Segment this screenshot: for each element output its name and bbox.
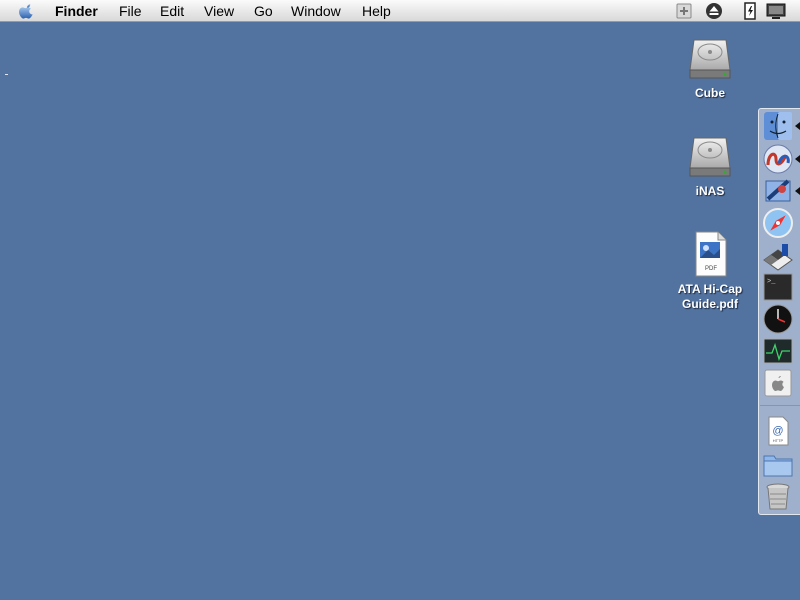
- safari-compass-icon[interactable]: [762, 207, 794, 239]
- menu-bar: Finder File Edit View Go Window Help: [0, 0, 800, 22]
- menu-help[interactable]: Help: [362, 3, 391, 19]
- desktop-mark: [5, 74, 8, 75]
- display-icon[interactable]: [766, 2, 786, 20]
- desktop-icon-label: iNAS: [695, 184, 725, 198]
- running-indicator: [795, 122, 800, 130]
- url-document-icon[interactable]: @ HTTP: [762, 415, 794, 447]
- chess-icon[interactable]: [762, 240, 794, 272]
- clock-icon[interactable]: [762, 303, 794, 335]
- pdf-document-icon: PDF: [695, 231, 727, 277]
- hard-drive-icon: [689, 137, 731, 177]
- system-preferences-icon[interactable]: [762, 367, 794, 399]
- menu-edit[interactable]: Edit: [160, 3, 184, 19]
- terminal-icon[interactable]: >_: [762, 271, 794, 303]
- internet-connect-icon[interactable]: [762, 143, 794, 175]
- pdf-badge: PDF: [705, 266, 717, 272]
- desktop-icon-label: ATA Hi-Cap Guide.pdf: [665, 282, 755, 312]
- running-indicator: [795, 187, 800, 195]
- menu-finder[interactable]: Finder: [55, 3, 98, 19]
- desktop-icon-inas[interactable]: iNAS: [665, 132, 755, 199]
- folder-icon[interactable]: [762, 448, 794, 480]
- running-indicator: [795, 155, 800, 163]
- desktop-icon-label-line: Guide.pdf: [682, 297, 738, 311]
- menu-file[interactable]: File: [119, 3, 142, 19]
- menu-view[interactable]: View: [204, 3, 234, 19]
- desktop-icon-label: Cube: [695, 86, 725, 100]
- svg-text:>_: >_: [767, 278, 776, 286]
- url-badge: HTTP: [773, 438, 784, 443]
- mail-icon[interactable]: [762, 175, 794, 207]
- menu-extra-icon[interactable]: [676, 2, 692, 20]
- dock-separator: [760, 405, 800, 406]
- battery-icon[interactable]: [743, 2, 757, 20]
- trash-icon[interactable]: [762, 480, 794, 512]
- desktop-icon-pdf[interactable]: PDF ATA Hi-Cap Guide.pdf: [665, 230, 755, 312]
- activity-monitor-icon[interactable]: [762, 335, 794, 367]
- desktop-icon-cube[interactable]: Cube: [665, 34, 755, 101]
- hard-drive-icon: [689, 39, 731, 79]
- desktop-icon-label-line: ATA Hi-Cap: [677, 282, 743, 296]
- eject-icon[interactable]: [705, 2, 723, 20]
- svg-text:@: @: [772, 425, 783, 437]
- apple-menu-icon[interactable]: [18, 2, 36, 20]
- menu-window[interactable]: Window: [291, 3, 341, 19]
- finder-icon[interactable]: [762, 110, 794, 142]
- menu-go[interactable]: Go: [254, 3, 273, 19]
